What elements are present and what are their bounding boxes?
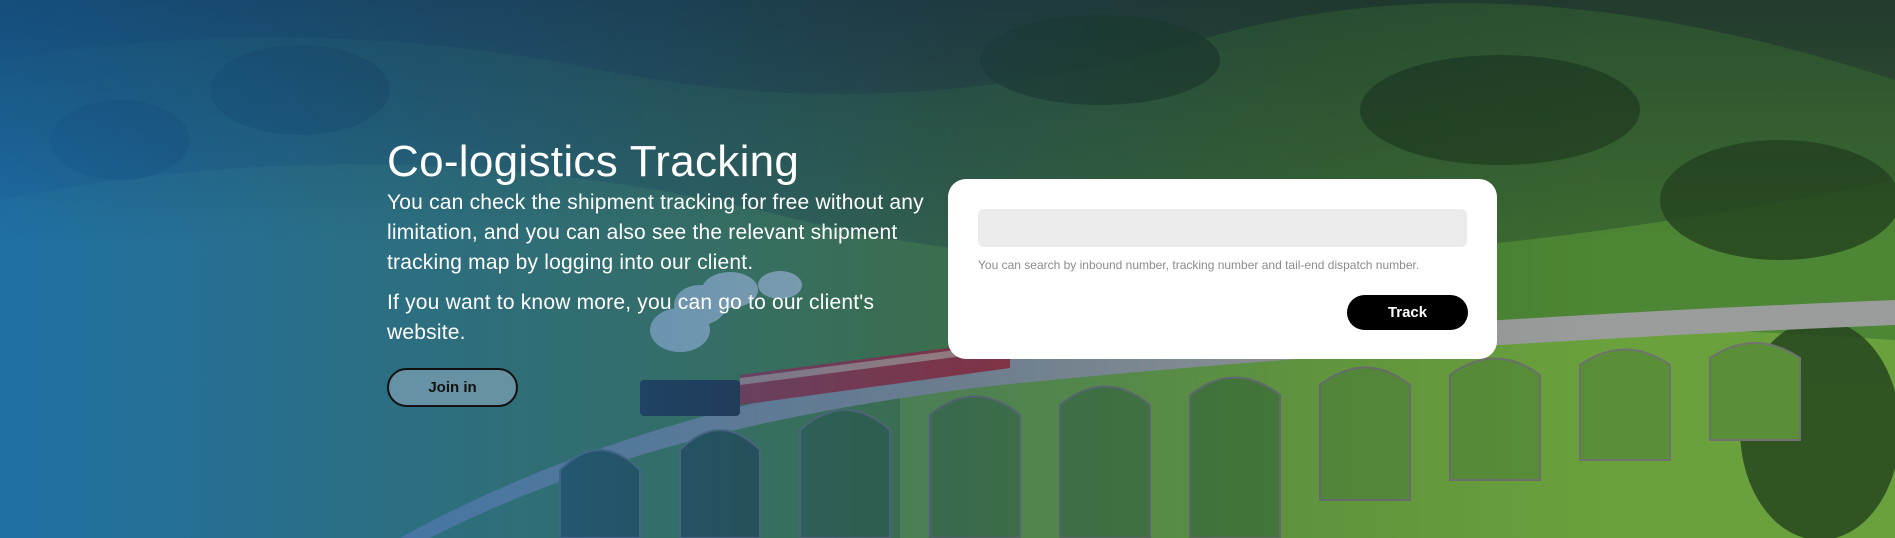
tracking-card: You can search by inbound number, tracki… (948, 179, 1497, 359)
intro-more-info: If you want to know more, you can go to … (387, 291, 875, 344)
page-title: Co-logistics Tracking (387, 137, 800, 186)
track-button[interactable]: Track (1347, 295, 1468, 330)
search-hint: You can search by inbound number, tracki… (978, 258, 1420, 272)
intro-description: You can check the shipment tracking for … (387, 191, 924, 274)
join-in-button[interactable]: Join in (387, 368, 518, 407)
tracking-number-input[interactable] (978, 209, 1467, 247)
intro-block: Co-logistics Tracking You can check the … (387, 136, 947, 348)
